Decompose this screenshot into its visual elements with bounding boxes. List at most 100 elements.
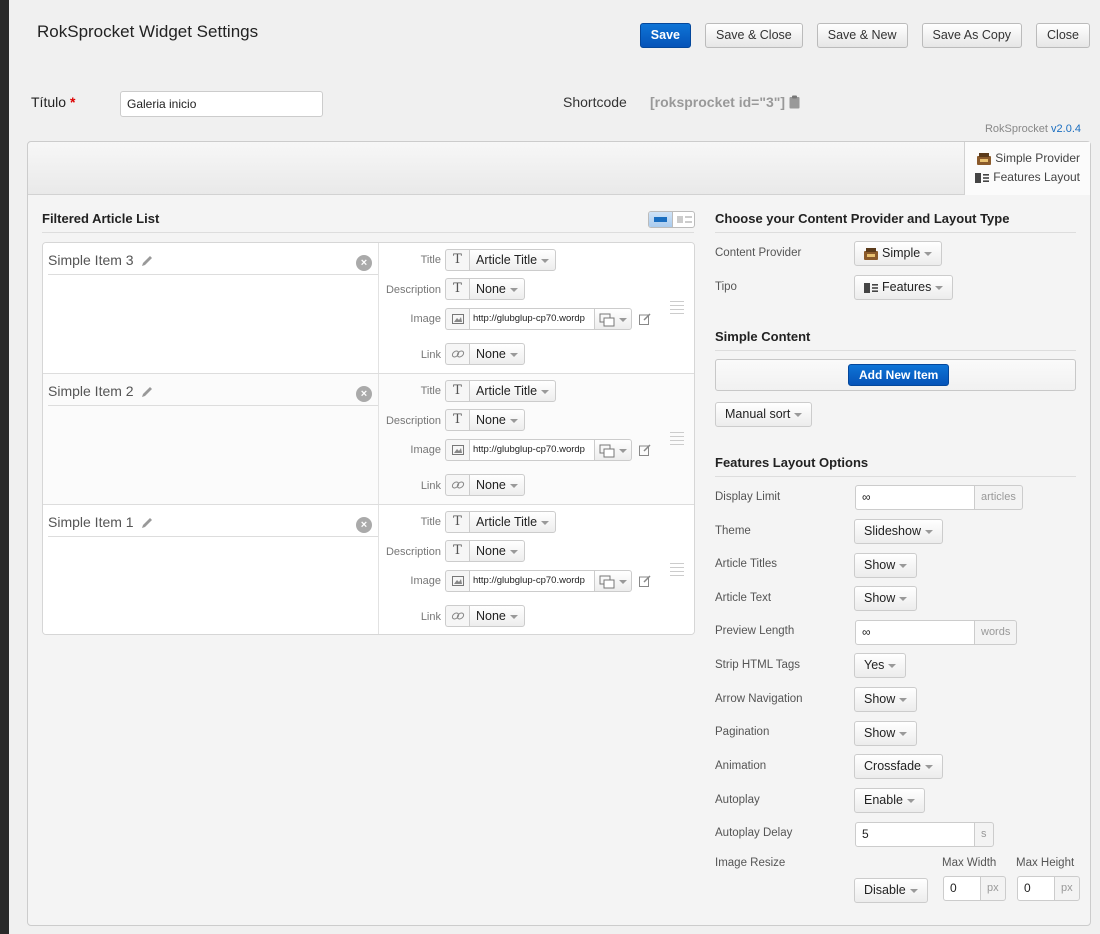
version-info: RokSprocket v2.0.4 [985, 123, 1081, 135]
title-field-label: Title [420, 385, 441, 397]
preview-length-label: Preview Length [715, 625, 795, 637]
provider-summary-text: Simple Provider [995, 151, 1080, 165]
pencil-icon[interactable] [140, 385, 154, 399]
tipo-select[interactable]: Features [854, 275, 954, 300]
content-provider-select[interactable]: Simple [854, 241, 943, 266]
chevron-down-icon [924, 764, 933, 769]
edit-image-icon[interactable] [639, 444, 651, 456]
title-select[interactable]: Article Title [469, 249, 557, 271]
image-picker-button[interactable] [594, 308, 632, 330]
image-url-input[interactable]: http://glubglup-cp70.wordp [469, 439, 595, 461]
pagination-select[interactable]: Show [854, 721, 918, 746]
close-button[interactable]: Close [1036, 23, 1090, 48]
chevron-down-icon [924, 529, 933, 534]
title-select[interactable]: Article Title [469, 380, 557, 402]
item-name-text: Simple Item 3 [48, 252, 134, 268]
title-select-value: Article Title [476, 384, 538, 398]
title-field-label: Title [420, 516, 441, 528]
chevron-down-icon [899, 596, 908, 601]
article-text-label: Article Text [715, 592, 772, 604]
chevron-down-icon [509, 418, 518, 423]
sort-select-value: Manual sort [725, 407, 791, 421]
chevron-down-icon [541, 258, 550, 263]
item-name[interactable]: Simple Item 2 [48, 382, 378, 406]
chevron-down-icon [541, 520, 550, 525]
title-select[interactable]: Article Title [469, 511, 557, 533]
theme-value: Slideshow [864, 524, 921, 538]
autoplay-delay-input[interactable]: 5 [855, 822, 975, 847]
image-picker-button[interactable] [594, 570, 632, 592]
link-type-icon [445, 343, 469, 365]
animation-select[interactable]: Crossfade [854, 754, 943, 779]
sort-select[interactable]: Manual sort [715, 402, 813, 427]
clipboard-icon[interactable] [789, 95, 800, 109]
save-button[interactable]: Save [639, 23, 691, 48]
remove-item-icon[interactable]: × [356, 255, 372, 271]
image-url-input[interactable]: http://glubglup-cp70.wordp [469, 308, 595, 330]
panel-header: Simple Provider Features Layout [28, 142, 1090, 195]
chevron-down-icon [909, 888, 918, 893]
list-item: Simple Item 2 × Title T Article Title De… [43, 374, 694, 505]
theme-select[interactable]: Slideshow [854, 519, 943, 544]
article-titles-select[interactable]: Show [854, 553, 918, 578]
max-height-input[interactable]: 0 [1017, 876, 1055, 901]
display-limit-label: Display Limit [715, 491, 781, 503]
remove-item-icon[interactable]: × [356, 386, 372, 402]
link-select[interactable]: None [469, 605, 525, 627]
compact-view-icon[interactable] [672, 212, 694, 227]
link-field-label: Link [420, 349, 441, 361]
image-url-input[interactable]: http://glubglup-cp70.wordp [469, 570, 595, 592]
titulo-input[interactable]: Galeria inicio [120, 91, 323, 117]
max-width-unit: px [980, 876, 1006, 901]
description-select[interactable]: None [469, 278, 525, 300]
titulo-label: Título * [31, 94, 75, 110]
autoplay-label: Autoplay [715, 794, 760, 806]
image-type-icon [445, 439, 469, 461]
save-copy-button[interactable]: Save As Copy [921, 23, 1023, 48]
article-text-select[interactable]: Show [854, 586, 918, 611]
settings-panel: Simple Provider Features Layout Filtered… [27, 141, 1091, 926]
expanded-view-icon[interactable] [649, 212, 672, 227]
remove-item-icon[interactable]: × [356, 517, 372, 533]
version-number[interactable]: v2.0.4 [1051, 123, 1081, 135]
arrow-navigation-value: Show [864, 692, 896, 706]
pencil-icon[interactable] [140, 254, 154, 268]
drag-handle-icon[interactable] [670, 299, 684, 319]
view-toggle[interactable] [648, 211, 695, 228]
link-select-value: None [476, 478, 506, 492]
item-divider [378, 374, 379, 504]
image-resize-select[interactable]: Disable [854, 878, 928, 903]
description-select[interactable]: None [469, 409, 525, 431]
autoplay-value: Enable [864, 793, 903, 807]
image-field-label: Image [410, 444, 441, 456]
link-select[interactable]: None [469, 343, 525, 365]
arrow-navigation-select[interactable]: Show [854, 687, 918, 712]
image-gallery-icon [599, 444, 615, 458]
item-name-text: Simple Item 1 [48, 514, 134, 530]
chevron-down-icon [619, 317, 627, 322]
required-mark: * [70, 94, 76, 110]
tipo-label: Tipo [715, 281, 737, 293]
display-limit-input[interactable]: ∞ [855, 485, 975, 510]
chevron-down-icon [794, 412, 803, 417]
drag-handle-icon[interactable] [670, 561, 684, 581]
pencil-icon[interactable] [140, 516, 154, 530]
preview-length-input[interactable]: ∞ [855, 620, 975, 645]
chevron-down-icon [906, 798, 915, 803]
autoplay-select[interactable]: Enable [854, 788, 925, 813]
save-new-button[interactable]: Save & New [816, 23, 908, 48]
edit-image-icon[interactable] [639, 313, 651, 325]
image-field-label: Image [410, 313, 441, 325]
add-new-item-button[interactable]: Add New Item [848, 364, 950, 386]
max-width-input[interactable]: 0 [943, 876, 981, 901]
edit-image-icon[interactable] [639, 575, 651, 587]
item-name[interactable]: Simple Item 3 [48, 251, 378, 275]
save-close-button[interactable]: Save & Close [705, 23, 803, 48]
description-select[interactable]: None [469, 540, 525, 562]
image-picker-button[interactable] [594, 439, 632, 461]
chevron-down-icon [888, 663, 897, 668]
link-select[interactable]: None [469, 474, 525, 496]
item-name[interactable]: Simple Item 1 [48, 513, 378, 537]
drag-handle-icon[interactable] [670, 430, 684, 450]
strip-html-select[interactable]: Yes [854, 653, 907, 678]
